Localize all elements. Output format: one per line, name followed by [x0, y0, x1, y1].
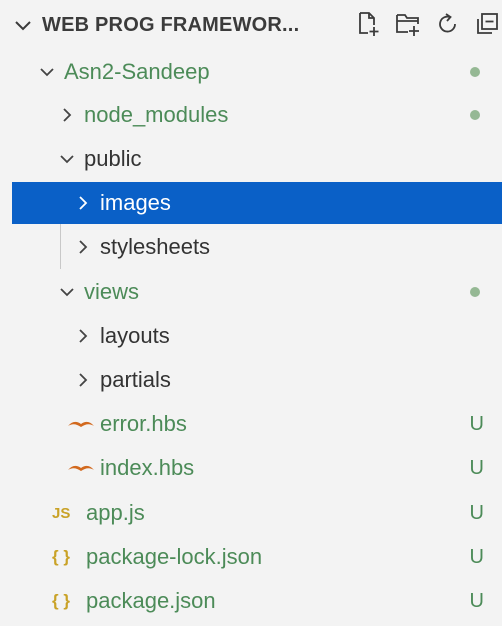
chevron-down-icon [56, 148, 78, 170]
tree-item-label: views [84, 279, 140, 304]
file-explorer: WEB PROG FRAMEWOR... Asn2-Sandeep node_m… [0, 0, 502, 626]
tree-item-index-hbs[interactable]: index.hbs U [0, 447, 502, 489]
git-untracked-badge: U [469, 456, 484, 479]
chevron-down-icon [56, 281, 78, 303]
json-file-icon: { } [52, 547, 70, 566]
chevron-down-icon[interactable] [10, 12, 36, 38]
chevron-right-icon [72, 236, 94, 258]
tree-item-stylesheets[interactable]: stylesheets [0, 226, 502, 268]
tree-item-label: package-lock.json [86, 544, 263, 569]
tree-item-label: stylesheets [100, 234, 211, 259]
tree-item-label: package.json [86, 588, 216, 613]
tree-item-public[interactable]: public [0, 138, 502, 180]
tree-item-label: partials [100, 367, 171, 392]
new-folder-icon[interactable] [394, 10, 422, 38]
new-file-icon[interactable] [354, 10, 382, 38]
tree-item-label: error.hbs [100, 411, 187, 436]
handlebars-file-icon [66, 413, 96, 435]
modified-dot [470, 287, 480, 297]
collapse-all-icon[interactable] [474, 10, 502, 38]
git-untracked-badge: U [469, 589, 484, 612]
chevron-right-icon [72, 192, 94, 214]
chevron-right-icon [56, 104, 78, 126]
tree-item-label: images [100, 190, 171, 215]
git-untracked-badge: U [469, 501, 484, 524]
tree-item-package-json[interactable]: { } package.json U [0, 580, 502, 622]
tree-item-node-modules[interactable]: node_modules [0, 94, 502, 136]
tree-item-images[interactable]: images [12, 182, 502, 224]
tree-item-root-folder[interactable]: Asn2-Sandeep [0, 51, 502, 93]
tree-item-package-lock-json[interactable]: { } package-lock.json U [0, 536, 502, 578]
tree-item-label: public [84, 146, 142, 171]
chevron-right-icon [72, 325, 94, 347]
explorer-actions [354, 10, 502, 38]
tree-item-error-hbs[interactable]: error.hbs U [0, 403, 502, 445]
git-untracked-badge: U [469, 412, 484, 435]
javascript-file-icon: JS [52, 504, 71, 522]
modified-dot [470, 67, 480, 77]
git-untracked-badge: U [469, 545, 484, 568]
tree-item-label: app.js [86, 500, 145, 525]
json-file-icon: { } [52, 591, 70, 610]
tree-item-partials[interactable]: partials [0, 359, 502, 401]
tree-item-label: layouts [100, 323, 170, 348]
chevron-right-icon [72, 369, 94, 391]
refresh-icon[interactable] [434, 10, 462, 38]
explorer-header[interactable]: WEB PROG FRAMEWOR... [0, 0, 502, 50]
tree-item-layouts[interactable]: layouts [0, 315, 502, 357]
tree-item-app-js[interactable]: JS app.js U [0, 492, 502, 534]
modified-dot [470, 110, 480, 120]
tree-item-label: Asn2-Sandeep [64, 59, 210, 84]
tree-item-label: index.hbs [100, 455, 195, 480]
workspace-title: WEB PROG FRAMEWOR... [42, 13, 300, 36]
tree-item-views[interactable]: views [0, 271, 502, 313]
tree-item-label: node_modules [84, 102, 229, 127]
handlebars-file-icon [66, 457, 96, 479]
chevron-down-icon [36, 61, 58, 83]
